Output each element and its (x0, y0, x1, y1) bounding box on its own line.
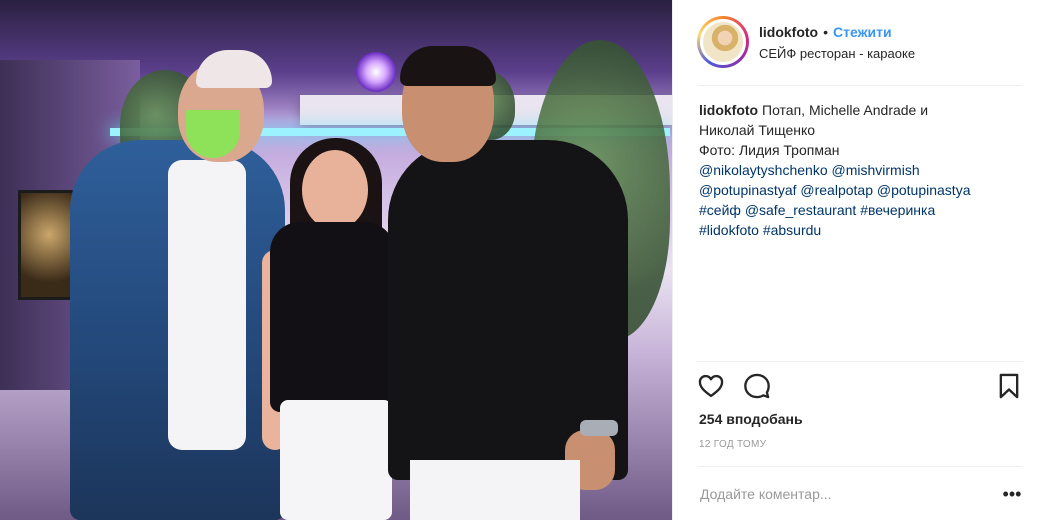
post-photo[interactable] (0, 0, 672, 520)
hashtag-link[interactable]: #lidokfoto (699, 222, 759, 238)
more-options-icon[interactable]: ••• (1001, 485, 1023, 503)
header-row: lidokfoto • Стежити (759, 24, 915, 40)
caption-tags: #lidokfoto #absurdu (699, 220, 1019, 240)
comment-box: ••• (697, 472, 1023, 516)
follow-button[interactable]: Стежити (833, 24, 892, 40)
caption: lidokfoto Потап, Michelle Andrade и Нико… (699, 100, 1019, 240)
caption-text: Николай Тищенко (699, 122, 816, 138)
username-link[interactable]: lidokfoto (759, 24, 818, 40)
caption-divider (697, 361, 1023, 362)
person-right-watch (580, 420, 618, 436)
avatar-image (700, 19, 746, 65)
caption-tags: #сейф @safe_restaurant #вечеринка (699, 200, 1019, 220)
action-bar (697, 372, 1023, 402)
avatar[interactable] (697, 16, 749, 68)
caption-text: Фото: Лидия Тропман (699, 142, 840, 158)
mention-link[interactable]: @potupinastyaf (699, 182, 797, 198)
person-middle-dress (270, 222, 395, 412)
header-divider (697, 85, 1023, 86)
comment-input[interactable] (697, 486, 1001, 502)
caption-text: Потап, Michelle Andrade и (762, 102, 929, 118)
caption-mentions: @nikolaytyshchenko @mishvirmish (699, 160, 1019, 180)
mention-link[interactable]: @potupinastya (877, 182, 971, 198)
mention-link[interactable]: @mishvirmish (832, 162, 920, 178)
person-right-hair (400, 46, 496, 86)
mention-link[interactable]: @safe_restaurant (745, 202, 857, 218)
comment-divider (697, 466, 1023, 467)
bookmark-icon[interactable] (995, 372, 1025, 402)
likes-count[interactable]: 254 вподобань (699, 411, 803, 427)
caption-username[interactable]: lidokfoto (699, 102, 758, 118)
separator-dot: • (823, 23, 829, 40)
person-right-pants (410, 460, 580, 520)
person-middle-face (302, 150, 368, 230)
photo-stage-light (356, 52, 396, 92)
person-left-shirt (168, 160, 246, 450)
post-header: lidokfoto • Стежити СЕЙФ ресторан - кара… (697, 16, 1023, 68)
location-link[interactable]: СЕЙФ ресторан - караоке (759, 46, 915, 61)
comment-icon[interactable] (743, 372, 773, 402)
post-timestamp[interactable]: 12 год тому (699, 439, 766, 450)
heart-icon[interactable] (697, 372, 727, 402)
caption-mentions: @potupinastyaf @realpotap @potupinastya (699, 180, 1019, 200)
hashtag-link[interactable]: #absurdu (763, 222, 821, 238)
header-text: lidokfoto • Стежити СЕЙФ ресторан - кара… (759, 24, 915, 61)
person-middle-pants (280, 400, 392, 520)
hashtag-link[interactable]: #сейф (699, 202, 741, 218)
panel-divider (672, 0, 673, 520)
mention-link[interactable]: @nikolaytyshchenko (699, 162, 828, 178)
hashtag-link[interactable]: #вечеринка (860, 202, 935, 218)
mention-link[interactable]: @realpotap (800, 182, 873, 198)
